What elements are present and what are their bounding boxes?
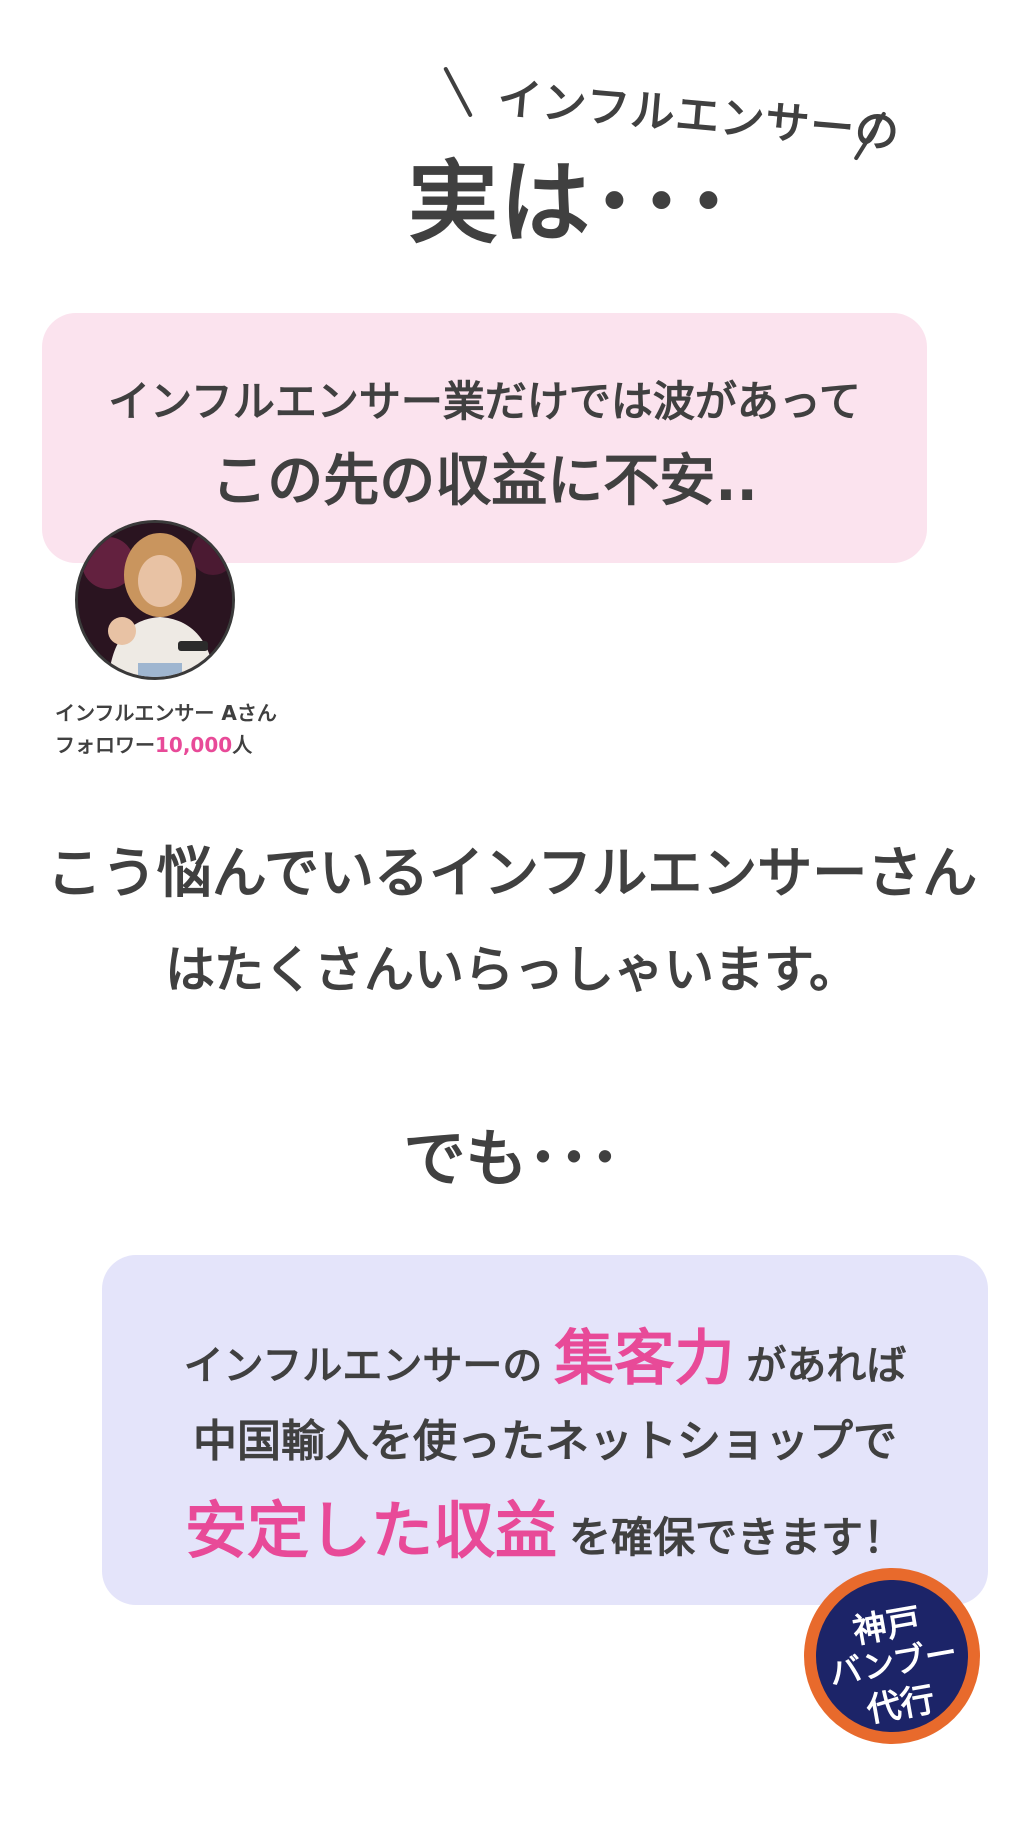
brand-badge-inner: 神戸 バンブー 代行: [803, 1567, 981, 1745]
followers-count: 10,000: [155, 733, 233, 757]
but-text: でも･･･: [403, 1122, 621, 1195]
solution-line-2: 中国輸入を使ったネットショップで: [193, 1416, 897, 1467]
message-line-1: こう悩んでいるインフルエンサーさん: [46, 841, 978, 905]
worry-line-2: この先の収益に不安..: [211, 449, 758, 514]
solution-accent-attraction: 集客力: [554, 1324, 735, 1394]
profile-followers: フォロワー10,000人: [55, 729, 252, 758]
followers-unit: 人: [232, 733, 253, 757]
solution-line-1: インフルエンサーの 集客力 があれば: [102, 1310, 988, 1397]
page-title: 実は･･･: [408, 151, 733, 256]
slash-left-decoration: [443, 66, 473, 118]
brand-badge: 神戸 バンブー 代行: [803, 1567, 981, 1745]
message-line-2: はたくさんいらっしゃいます。: [165, 941, 859, 999]
solution-line-1-prefix: インフルエンサーの: [183, 1343, 543, 1389]
avatar: [75, 520, 235, 680]
influencer-photo: [78, 523, 232, 677]
worry-line-1: インフルエンサー業だけでは波があって: [108, 377, 861, 426]
solution-line-3: 安定した収益 を確保できます！: [102, 1480, 988, 1570]
followers-label: フォロワー: [55, 733, 155, 757]
solution-line-3-suffix: を確保できます！: [569, 1513, 906, 1562]
profile-name: インフルエンサー Aさん: [55, 701, 277, 725]
solution-line-1-suffix: があれば: [746, 1343, 907, 1389]
solution-accent-stable-income: 安定した収益: [184, 1494, 557, 1567]
